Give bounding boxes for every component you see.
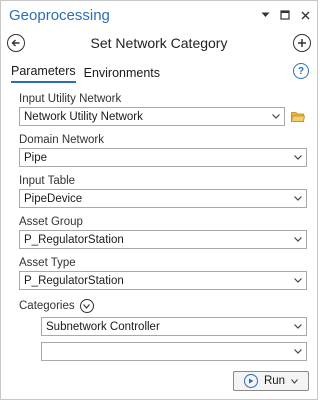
chevron-down-icon (294, 323, 302, 331)
back-arrow-icon[interactable] (7, 34, 25, 52)
domain-network-label: Domain Network (19, 134, 104, 146)
tabs: Parameters Environments ? (1, 57, 317, 83)
tool-header: Set Network Category (1, 29, 317, 57)
input-table-combo[interactable]: PipeDevice (19, 189, 307, 208)
category-value: Subnetwork Controller (46, 320, 160, 333)
domain-network-value: Pipe (24, 151, 48, 164)
categories-label: Categories (19, 300, 75, 312)
chevron-down-icon (272, 113, 280, 121)
asset-type-combo[interactable]: P_RegulatorStation (19, 271, 307, 290)
chevron-down-icon (294, 154, 302, 162)
asset-type-value: P_RegulatorStation (24, 274, 124, 287)
run-button[interactable]: Run (233, 371, 309, 391)
asset-group-label: Asset Group (19, 216, 83, 228)
asset-type-label: Asset Type (19, 257, 76, 269)
browse-folder-icon[interactable] (291, 111, 305, 122)
tool-title: Set Network Category (90, 35, 228, 51)
parameters-panel: Input Utility Network Network Utility Ne… (1, 83, 317, 361)
input-utility-network-label: Input Utility Network (19, 93, 122, 105)
input-utility-network-row: Network Utility Network (19, 107, 317, 126)
input-table-value: PipeDevice (24, 192, 83, 205)
input-utility-network-combo[interactable]: Network Utility Network (19, 107, 285, 126)
categories-list: Subnetwork Controller (41, 317, 317, 361)
category-combo[interactable]: Subnetwork Controller (41, 317, 307, 336)
play-icon (243, 374, 258, 388)
chevron-down-icon (294, 236, 302, 244)
input-table-label: Input Table (19, 175, 76, 187)
tab-parameters[interactable]: Parameters (11, 64, 76, 83)
close-icon[interactable] (299, 9, 311, 21)
input-utility-network-value: Network Utility Network (24, 110, 143, 123)
tab-environments[interactable]: Environments (84, 66, 160, 83)
add-icon[interactable] (293, 34, 311, 52)
pane-title: Geoprocessing (9, 6, 110, 24)
chevron-down-icon (294, 348, 302, 356)
chevron-down-icon[interactable] (291, 378, 298, 384)
chevron-down-icon (294, 277, 302, 285)
run-area: Run (233, 371, 309, 391)
run-label: Run (263, 375, 286, 387)
title-bar: Geoprocessing (1, 1, 317, 29)
chevron-down-icon (294, 195, 302, 203)
asset-group-value: P_RegulatorStation (24, 233, 124, 246)
category-combo[interactable] (41, 342, 307, 361)
restore-icon[interactable] (279, 9, 291, 21)
categories-header: Categories (19, 299, 317, 313)
chevron-down-circle-icon[interactable] (79, 299, 94, 313)
window-controls (259, 9, 311, 21)
geoprocessing-pane: Geoprocessing Set Network Category Param… (0, 0, 318, 400)
help-icon[interactable]: ? (293, 63, 309, 79)
asset-group-combo[interactable]: P_RegulatorStation (19, 230, 307, 249)
chevron-down-icon[interactable] (259, 9, 271, 21)
domain-network-combo[interactable]: Pipe (19, 148, 307, 167)
